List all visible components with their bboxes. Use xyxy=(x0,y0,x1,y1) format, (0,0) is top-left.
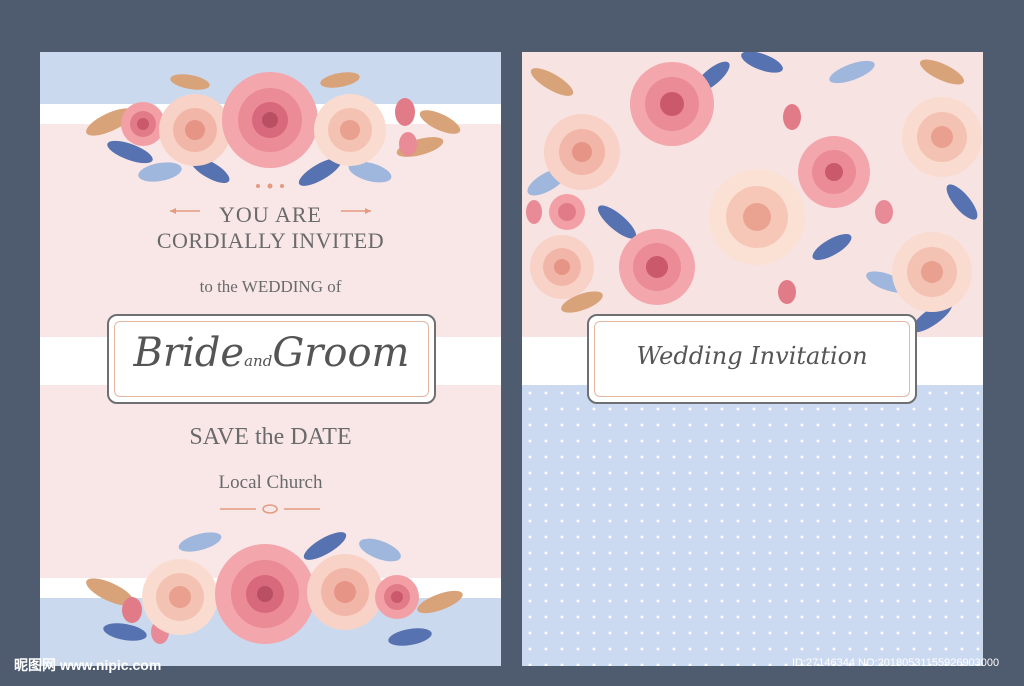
bottom-floral-garland xyxy=(86,532,463,646)
rose xyxy=(798,136,870,208)
rose xyxy=(375,575,419,619)
rose xyxy=(222,72,318,168)
rose xyxy=(314,94,386,166)
rose xyxy=(892,232,972,312)
wedding-invitation-title: Wedding Invitation xyxy=(636,342,868,370)
invitation-card-front: YOU ARE CORDIALLY INVITED to the WEDDING… xyxy=(40,52,501,666)
rose xyxy=(630,62,714,146)
rose xyxy=(530,235,594,299)
and-connector: and xyxy=(244,352,273,370)
watermark-id: ID:27146344 NO:20180531155926903000 xyxy=(792,657,1000,669)
invite-line-you-are: YOU ARE xyxy=(219,202,322,227)
watermark-site: 昵图网 www.nipic.com xyxy=(14,657,162,673)
rose xyxy=(142,559,218,635)
floral-pattern xyxy=(526,52,982,333)
names-frame: BrideandGroom xyxy=(107,314,436,404)
bride-name: Bride xyxy=(133,330,245,376)
rosebud xyxy=(395,98,417,156)
rose xyxy=(902,97,982,177)
rose xyxy=(619,229,695,305)
rose xyxy=(544,114,620,190)
invite-line-wedding-of: to the WEDDING of xyxy=(199,277,342,296)
rose xyxy=(709,169,805,265)
rose xyxy=(121,102,165,146)
invitation-card-back: Wedding Invitation xyxy=(522,52,983,666)
save-the-date: SAVE the DATE xyxy=(189,424,352,450)
title-frame: Wedding Invitation xyxy=(587,314,917,404)
ornament-divider-bottom xyxy=(220,504,320,514)
groom-name: Groom xyxy=(272,330,410,376)
rose xyxy=(549,194,585,230)
rose xyxy=(159,94,231,166)
invite-line-cordially-invited: CORDIALLY INVITED xyxy=(156,228,385,253)
rose xyxy=(307,554,383,630)
location-text: Local Church xyxy=(218,472,323,493)
rose xyxy=(215,544,315,644)
polka-dot-panel xyxy=(522,385,983,666)
couple-names: BrideandGroom xyxy=(109,330,434,376)
